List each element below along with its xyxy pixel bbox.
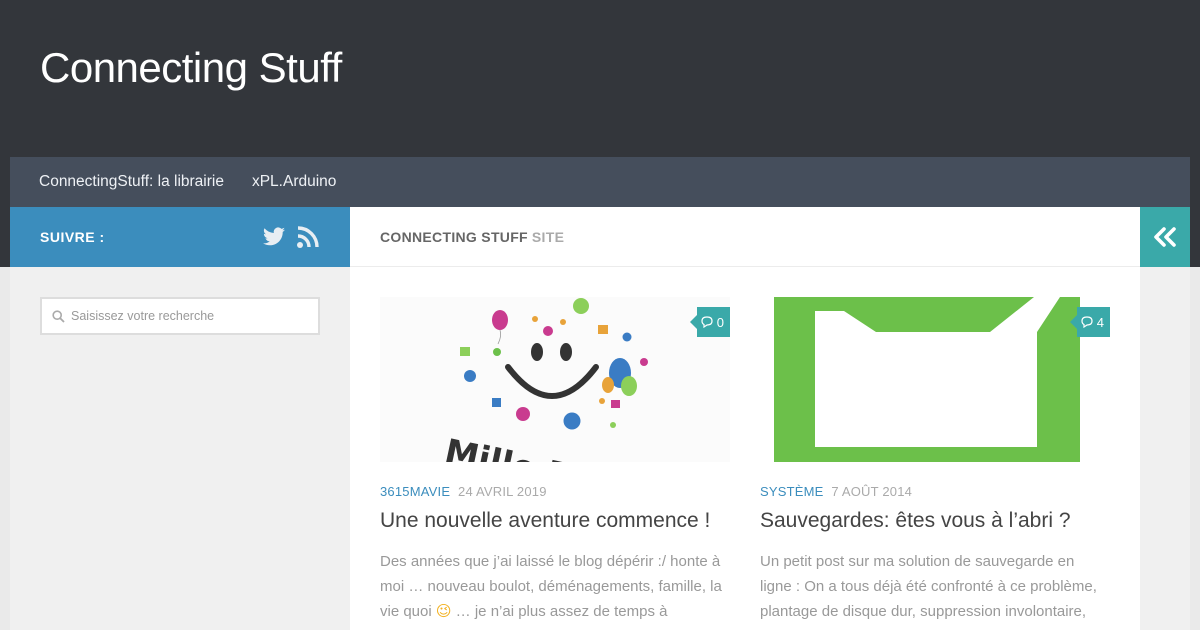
post-meta: SYSTÈME 7 AOÛT 2014 [760, 484, 1110, 499]
svg-text:Mille Party: Mille Party [441, 432, 651, 462]
post-meta: 3615MAVIE 24 AVRIL 2019 [380, 484, 730, 499]
post-card: 4 SYSTÈME 7 AOÛT 2014 Sauvegardes: êtes … [760, 297, 1110, 630]
search-box [40, 297, 320, 335]
search-input[interactable] [71, 309, 311, 323]
post-excerpt: Un petit post sur ma solution de sauvega… [760, 553, 1097, 630]
page-title-main: CONNECTING STUFF [380, 228, 528, 245]
site-title[interactable]: Connecting Stuff [40, 44, 342, 92]
post-thumbnail[interactable]: 4 [760, 297, 1110, 462]
post-category[interactable]: 3615MAVIE [380, 484, 450, 499]
page-title-sub: SITE [531, 228, 565, 245]
comment-count: 4 [1096, 314, 1104, 330]
comment-count-badge[interactable]: 0 [689, 307, 730, 337]
comment-count-badge[interactable]: 4 [1069, 307, 1110, 337]
follow-bar: SUIVRE : [10, 207, 350, 267]
wink-emoji-icon: 😉 [435, 603, 452, 620]
post-date: 7 AOÛT 2014 [831, 484, 913, 499]
post-thumbnail[interactable]: Mille Party 0 [380, 297, 730, 462]
post-excerpt: Des années que j’ai laissé le blog dépér… [380, 549, 725, 624]
post-category[interactable]: SYSTÈME [760, 484, 824, 499]
follow-label: SUIVRE : [40, 229, 105, 245]
folder-icon [774, 297, 1080, 462]
twitter-icon[interactable] [262, 225, 286, 249]
rss-icon[interactable] [296, 225, 320, 249]
post-card: Mille Party 0 3615MAVIE 24 AVRIL 2019 Un… [380, 297, 730, 624]
nav-item-xpl-arduino[interactable]: xPL.Arduino [252, 173, 336, 191]
nav-item-librairie[interactable]: ConnectingStuff: la librairie [39, 173, 224, 191]
page-title: CONNECTING STUFF SITE [350, 207, 1140, 267]
post-title[interactable]: Une nouvelle aventure commence ! [380, 509, 730, 533]
sidebar-toggle-button[interactable] [1140, 207, 1190, 267]
comment-count: 0 [716, 314, 724, 330]
post-date: 24 AVRIL 2019 [458, 484, 547, 499]
double-chevron-left-icon [1154, 227, 1176, 247]
mille-party-logo: Mille Party [441, 298, 651, 462]
search-icon [52, 309, 65, 323]
post-excerpt-text-continued: … je n’ai plus assez de temps à [451, 603, 668, 620]
comments-icon [701, 316, 713, 328]
post-title[interactable]: Sauvegardes: êtes vous à l’abri ? [760, 509, 1110, 533]
main-nav: ConnectingStuff: la librairie xPL.Arduin… [10, 157, 1190, 207]
comments-icon [1081, 316, 1093, 328]
